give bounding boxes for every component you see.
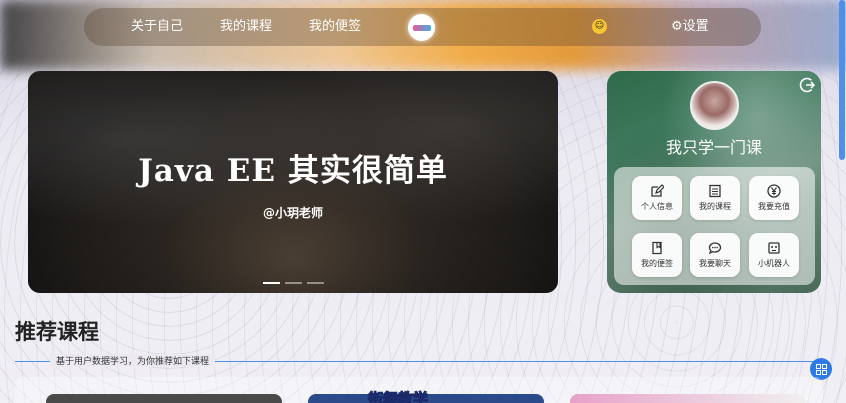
carousel-dot[interactable] [285, 282, 302, 284]
top-navbar: 关于自己 我的课程 我的便签 ☺ ⚙设置 [84, 8, 761, 46]
menu-chat[interactable]: 我要聊天 [690, 233, 740, 277]
nav-my-courses[interactable]: 我的课程 [220, 8, 272, 46]
menu-my-courses[interactable]: 我的课程 [690, 176, 740, 220]
carousel-indicators [263, 282, 324, 284]
menu-personal-info[interactable]: 个人信息 [632, 176, 682, 220]
banner-author: @小玥老师 [262, 206, 323, 220]
list-icon [709, 184, 721, 198]
site-logo[interactable] [408, 14, 435, 41]
course-card-title: 街舞教学 [367, 390, 429, 403]
yen-icon [767, 184, 781, 198]
edit-icon [651, 184, 664, 197]
avatar[interactable] [690, 81, 739, 130]
menu-my-notes[interactable]: 我的便签 [632, 233, 682, 277]
logout-icon[interactable] [799, 77, 815, 93]
chat-icon [708, 242, 722, 255]
section-title: 推荐课程 [15, 320, 99, 344]
robot-icon [768, 242, 780, 254]
course-card[interactable] [570, 394, 806, 403]
grid-icon [815, 363, 827, 375]
profile-menu: 个人信息 我的课程 我要充值 我的便签 我要聊天 小机器人 [614, 167, 815, 285]
menu-robot[interactable]: 小机器人 [749, 233, 799, 277]
note-icon [652, 241, 662, 255]
nav-settings[interactable]: ⚙设置 [671, 8, 709, 46]
menu-recharge[interactable]: 我要充值 [749, 176, 799, 220]
nav-about-me[interactable]: 关于自己 [131, 8, 183, 46]
page-scrollbar[interactable] [839, 0, 845, 160]
profile-card: 我只学一门课 个人信息 我的课程 我要充值 我的便签 我要聊天 小机器人 [607, 71, 821, 293]
profile-name: 我只学一门课 [665, 138, 762, 157]
nav-my-notes[interactable]: 我的便签 [309, 8, 361, 46]
hero-banner[interactable]: Java EE 其实很简单 @小玥老师 [28, 71, 558, 293]
carousel-dot[interactable] [263, 282, 280, 284]
section-subtitle: 基于用户数据学习，为你推荐如下课程 [50, 354, 216, 367]
banner-title: Java EE 其实很简单 [138, 153, 448, 189]
emoji-icon[interactable]: ☺ [592, 19, 607, 34]
carousel-dot[interactable] [307, 282, 324, 284]
course-card[interactable] [46, 394, 282, 403]
